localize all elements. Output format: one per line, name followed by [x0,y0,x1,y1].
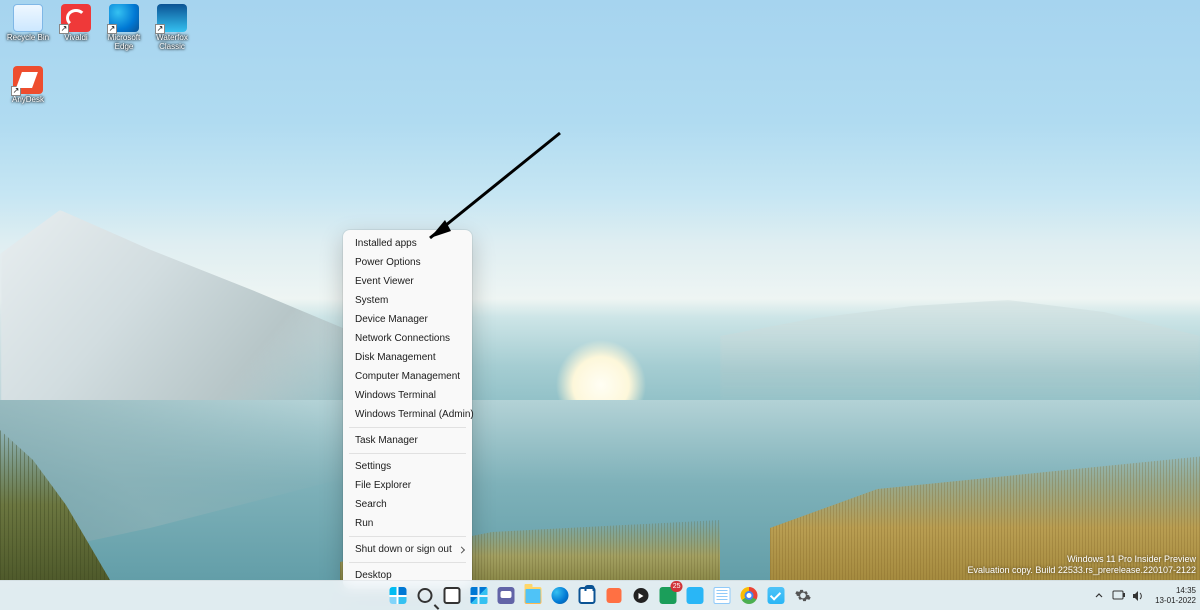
menu-item-device-manager[interactable]: Device Manager [343,310,472,329]
taskbar-center: 25 [387,585,814,607]
desktop-icon-label: AnyDesk [12,95,44,104]
menu-item-event-viewer[interactable]: Event Viewer [343,272,472,291]
menu-item-power-options[interactable]: Power Options [343,253,472,272]
menu-separator [349,536,466,537]
menu-separator [349,453,466,454]
tray-network-icon[interactable] [1111,588,1127,604]
taskbar-start-button[interactable] [387,585,409,607]
menu-item-shut-down-or-sign-out[interactable]: Shut down or sign out [343,540,472,559]
app-icon [686,587,703,604]
folder-icon [524,587,541,604]
shortcut-arrow-icon: ↗ [59,24,69,34]
chat-icon [497,587,514,604]
taskbar-search-button[interactable] [414,585,436,607]
edge-icon [551,587,568,604]
recycle-bin-icon [13,4,43,32]
desktop-icon-label: Microsoft Edge [100,33,148,51]
desktop-icon-anydesk[interactable]: ↗ AnyDesk [4,66,52,124]
taskbar-edge-button[interactable] [549,585,571,607]
document-icon [713,587,730,604]
notification-badge: 25 [671,581,683,592]
taskbar-chrome-button[interactable] [738,585,760,607]
taskbar-task-view-button[interactable] [441,585,463,607]
edge-icon: ↗ [109,4,139,32]
widgets-icon [470,587,487,604]
taskbar-widgets-button[interactable] [468,585,490,607]
anydesk-icon: ↗ [13,66,43,94]
taskbar-tray: 14:35 13-01-2022 [1091,581,1200,610]
taskbar-todo-button[interactable] [765,585,787,607]
play-icon [633,588,648,603]
menu-item-windows-terminal[interactable]: Windows Terminal [343,386,472,405]
taskbar-clock[interactable]: 14:35 13-01-2022 [1155,586,1196,606]
menu-item-task-manager[interactable]: Task Manager [343,431,472,450]
desktop-icon-edge[interactable]: ↗ Microsoft Edge [100,4,148,62]
taskbar-editor-button[interactable] [711,585,733,607]
chevron-right-icon [458,546,465,553]
app-icon [606,588,621,603]
winx-context-menu: Installed apps Power Options Event Viewe… [343,230,472,589]
desktop-icon-waterfox[interactable]: ↗ Waterfox Classic [148,4,196,62]
menu-separator [349,562,466,563]
shortcut-arrow-icon: ↗ [155,24,165,34]
taskbar: 25 14:35 13-01-2022 [0,580,1200,610]
taskbar-media-button[interactable] [630,585,652,607]
menu-item-search[interactable]: Search [343,495,472,514]
windows-logo-icon [389,587,406,604]
task-view-icon [443,587,460,604]
clock-date: 13-01-2022 [1155,596,1196,606]
shortcut-arrow-icon: ↗ [11,86,21,96]
tray-overflow-button[interactable] [1091,588,1107,604]
check-icon [767,587,784,604]
menu-item-label: Shut down or sign out [355,544,452,555]
shortcut-arrow-icon: ↗ [107,24,117,34]
menu-separator [349,427,466,428]
taskbar-app-blue-button[interactable] [684,585,706,607]
clock-time: 14:35 [1155,586,1196,596]
chrome-icon [740,587,757,604]
desktop-icon-vivaldi[interactable]: ↗ Vivaldi [52,4,100,62]
taskbar-app-button[interactable] [603,585,625,607]
menu-item-run[interactable]: Run [343,514,472,533]
taskbar-settings-button[interactable] [792,585,814,607]
search-icon [417,588,432,603]
taskbar-chat-button[interactable] [495,585,517,607]
taskbar-file-explorer-button[interactable] [522,585,544,607]
menu-item-installed-apps[interactable]: Installed apps [343,234,472,253]
menu-item-system[interactable]: System [343,291,472,310]
waterfox-icon: ↗ [157,4,187,32]
desktop-icon-label: Recycle Bin [7,33,49,42]
gear-icon [794,587,811,604]
desktop-icon-label: Vivaldi [64,33,87,42]
vivaldi-icon: ↗ [61,4,91,32]
desktop-icon-label: Waterfox Classic [148,33,196,51]
menu-item-settings[interactable]: Settings [343,457,472,476]
taskbar-store-button[interactable] [576,585,598,607]
desktop-watermark: Windows 11 Pro Insider Preview Evaluatio… [968,554,1197,576]
desktop-icon-recycle-bin[interactable]: Recycle Bin [4,4,52,62]
store-icon [578,587,595,604]
tray-volume-icon[interactable] [1131,588,1147,604]
desktop-icon-grid: Recycle Bin ↗ Vivaldi ↗ Microsoft Edge ↗… [4,4,244,124]
menu-item-network-connections[interactable]: Network Connections [343,329,472,348]
watermark-line2: Evaluation copy. Build 22533.rs_prerelea… [968,565,1197,576]
watermark-line1: Windows 11 Pro Insider Preview [968,554,1197,565]
menu-item-disk-management[interactable]: Disk Management [343,348,472,367]
menu-item-windows-terminal-admin[interactable]: Windows Terminal (Admin) [343,405,472,424]
taskbar-app-badge-button[interactable]: 25 [657,585,679,607]
menu-item-computer-management[interactable]: Computer Management [343,367,472,386]
menu-item-file-explorer[interactable]: File Explorer [343,476,472,495]
